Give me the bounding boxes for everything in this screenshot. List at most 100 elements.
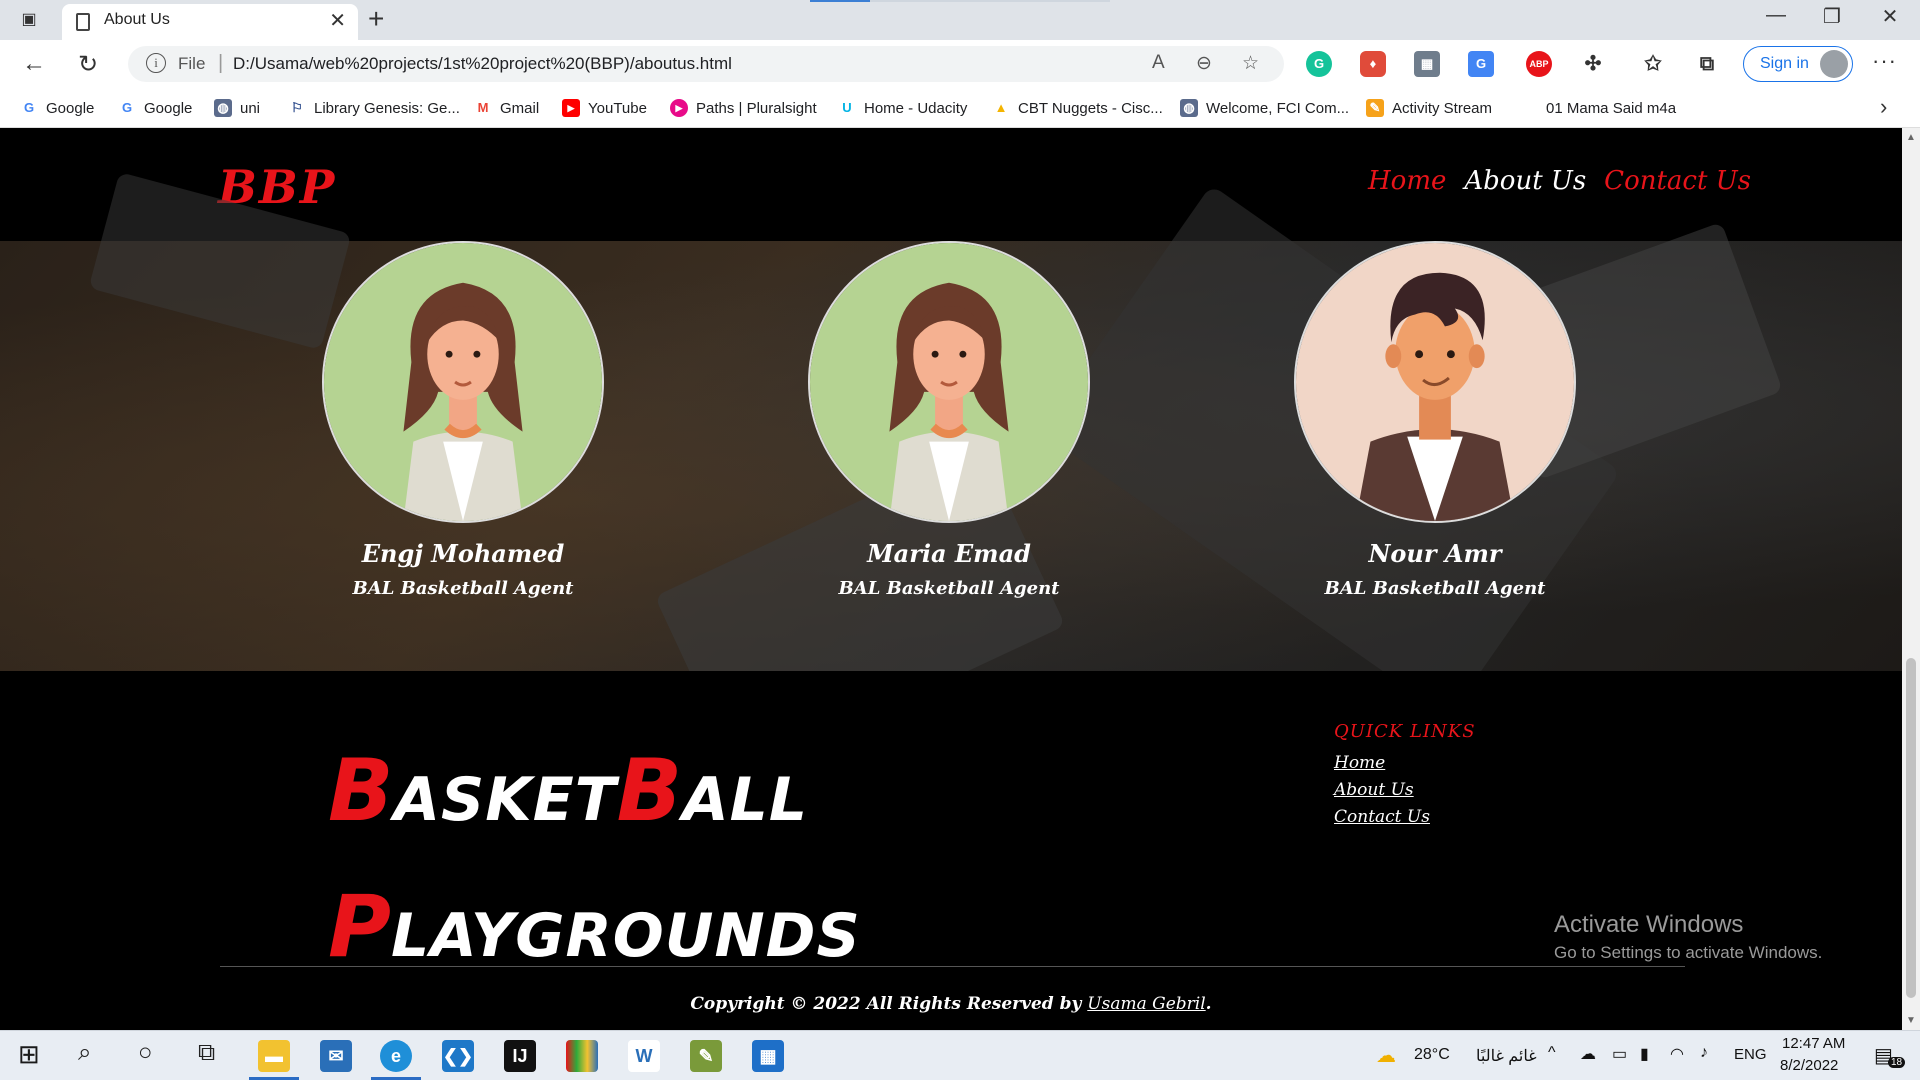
browser-tab-bar: ▣ About Us ✕ + — ❐ ✕ <box>0 0 1920 40</box>
team-member-card: Nour Amr BAL Basketball Agent <box>1285 241 1585 599</box>
search-icon[interactable]: ⌕ <box>78 1039 91 1067</box>
bookmark-label: Home - Udacity <box>864 99 968 117</box>
bookmark-item[interactable]: 01 Mama Said m4a <box>1546 96 1676 120</box>
scroll-up-icon[interactable]: ▲ <box>1906 132 1916 143</box>
page-icon <box>76 13 90 31</box>
bookmark-item[interactable]: M Gmail <box>474 96 540 120</box>
clock-date[interactable]: 8/2/2022 <box>1780 1057 1838 1074</box>
cortana-icon[interactable]: ○ <box>138 1039 153 1067</box>
app-icon[interactable] <box>566 1040 598 1072</box>
bookmark-item[interactable]: U Home - Udacity <box>838 96 967 120</box>
favorite-add-icon[interactable]: ☆ <box>1242 52 1259 75</box>
url-separator: | <box>218 52 224 74</box>
member-name: Nour Amr <box>1368 539 1502 568</box>
bookmark-item[interactable]: ⚐ Library Genesis: Ge... <box>288 96 460 120</box>
bookmark-item[interactable]: ▶ Paths | Pluralsight <box>670 96 817 120</box>
udacity-icon: U <box>842 100 852 115</box>
footer-link-home[interactable]: Home <box>1334 750 1476 777</box>
tray-app-icon[interactable]: ☁ <box>1580 1044 1596 1064</box>
youtube-icon: ▶ <box>562 99 580 117</box>
tab-actions-icon[interactable]: ▣ <box>18 9 40 31</box>
file-explorer-icon[interactable]: ▬ <box>258 1040 290 1072</box>
weather-icon[interactable]: ☁ <box>1376 1043 1396 1068</box>
close-window-button[interactable]: ✕ <box>1870 4 1910 29</box>
scrollbar-thumb[interactable] <box>1906 658 1916 998</box>
chevron-right-icon[interactable]: › <box>1880 94 1887 120</box>
weather-condition[interactable]: غائم غالبًا <box>1476 1046 1537 1066</box>
shield-extension-icon[interactable]: ♦ <box>1360 51 1386 77</box>
sign-in-button[interactable]: Sign in <box>1743 46 1853 82</box>
close-tab-icon[interactable]: ✕ <box>329 8 346 33</box>
main-nav: Home About Us Contact Us <box>1368 166 1751 196</box>
back-button[interactable]: ← <box>22 50 46 78</box>
bookmark-item[interactable]: ✎ Activity Stream <box>1366 96 1492 120</box>
site-footer: BASKETBALL PLAYGROUNDS QUICK LINKS Home … <box>0 671 1902 1030</box>
task-view-icon[interactable]: ⧉ <box>198 1039 215 1067</box>
bookmark-item[interactable]: ▶ YouTube <box>562 96 647 120</box>
info-icon[interactable]: i <box>146 53 166 73</box>
active-tab[interactable]: About Us ✕ <box>62 4 358 40</box>
new-tab-button[interactable]: + <box>368 3 384 35</box>
scroll-down-icon[interactable]: ▼ <box>1906 1015 1916 1026</box>
url-text: D:/Usama/web%20projects/1st%20project%20… <box>233 54 732 73</box>
footer-link-about-us[interactable]: About Us <box>1334 777 1476 804</box>
store-icon[interactable]: ▦ <box>752 1040 784 1072</box>
wifi-icon[interactable]: ◠ <box>1670 1044 1684 1064</box>
footer-link-contact-us[interactable]: Contact Us <box>1334 804 1476 831</box>
member-role: BAL Basketball Agent <box>352 578 574 599</box>
camera-icon[interactable]: ▭ <box>1612 1044 1627 1064</box>
read-aloud-icon[interactable]: A <box>1152 52 1165 74</box>
language-indicator[interactable]: ENG <box>1734 1046 1767 1063</box>
mail-icon[interactable]: ✉ <box>320 1040 352 1072</box>
volume-icon[interactable]: ♪ <box>1700 1044 1708 1062</box>
clock-time[interactable]: 12:47 AM <box>1782 1035 1845 1052</box>
app-icon[interactable]: ✎ <box>690 1040 722 1072</box>
extensions-puzzle-icon[interactable]: ✣ <box>1580 51 1606 77</box>
copyright-text: Copyright © 2022 All Rights Reserved by <box>690 994 1088 1014</box>
app-icon[interactable]: W <box>628 1040 660 1072</box>
url-field[interactable]: i File | D:/Usama/web%20projects/1st%20p… <box>128 46 1284 82</box>
battery-icon[interactable]: ▮ <box>1640 1044 1649 1064</box>
member-role: BAL Basketball Agent <box>1324 578 1546 599</box>
bookmark-item[interactable]: G Google <box>20 96 94 120</box>
loading-track <box>870 0 1110 2</box>
favorites-icon[interactable]: ✩ <box>1640 51 1666 77</box>
nav-about-us[interactable]: About Us <box>1464 166 1586 196</box>
restore-button[interactable]: ❐ <box>1812 4 1852 29</box>
edge-icon[interactable]: e <box>380 1040 412 1072</box>
nav-home[interactable]: Home <box>1368 166 1446 196</box>
bookmark-item[interactable]: ◍ uni <box>214 96 260 120</box>
male-avatar-icon <box>1296 243 1574 521</box>
author-link[interactable]: Usama Gebril <box>1087 994 1205 1014</box>
avatar <box>322 241 604 523</box>
google-icon: G <box>121 100 133 115</box>
vscode-icon[interactable]: ❮❯ <box>442 1040 474 1072</box>
bookmark-label: 01 Mama Said m4a <box>1546 99 1677 117</box>
bookmark-item[interactable]: ◍ Welcome, FCI Com... <box>1180 96 1349 120</box>
bookmark-label: Paths | Pluralsight <box>696 99 817 117</box>
vertical-scrollbar[interactable]: ▲ ▼ <box>1902 128 1920 1030</box>
nav-contact-us[interactable]: Contact Us <box>1604 166 1751 196</box>
chevron-up-icon[interactable]: ^ <box>1548 1044 1556 1062</box>
refresh-button[interactable]: ↻ <box>78 50 98 79</box>
team-section: Engj Mohamed BAL Basketball Agent Maria … <box>0 171 1902 778</box>
address-bar: ← ↻ i File | D:/Usama/web%20projects/1st… <box>0 40 1920 88</box>
extension-icon[interactable]: ▦ <box>1414 51 1440 77</box>
zoom-icon[interactable]: ⊖ <box>1196 52 1212 75</box>
temperature[interactable]: 28°C <box>1414 1046 1450 1064</box>
intellij-icon[interactable]: IJ <box>504 1040 536 1072</box>
brand-text: ASKET <box>393 765 617 835</box>
team-member-card: Maria Emad BAL Basketball Agent <box>799 241 1099 599</box>
brand-initial: B <box>328 741 394 841</box>
more-options-icon[interactable]: ··· <box>1872 48 1897 74</box>
minimize-button[interactable]: — <box>1756 4 1796 27</box>
bookmark-item[interactable]: G Google <box>118 96 192 120</box>
grammarly-icon[interactable]: G <box>1306 51 1332 77</box>
drive-icon: ▲ <box>994 100 1008 115</box>
member-role: BAL Basketball Agent <box>838 578 1060 599</box>
translate-icon[interactable]: G <box>1468 51 1494 77</box>
bookmark-item[interactable]: ▲ CBT Nuggets - Cisc... <box>992 96 1163 120</box>
collections-icon[interactable]: ⧉ <box>1694 51 1720 77</box>
adblock-icon[interactable]: ABP <box>1526 51 1552 77</box>
windows-start-icon[interactable]: ⊞ <box>18 1039 40 1070</box>
